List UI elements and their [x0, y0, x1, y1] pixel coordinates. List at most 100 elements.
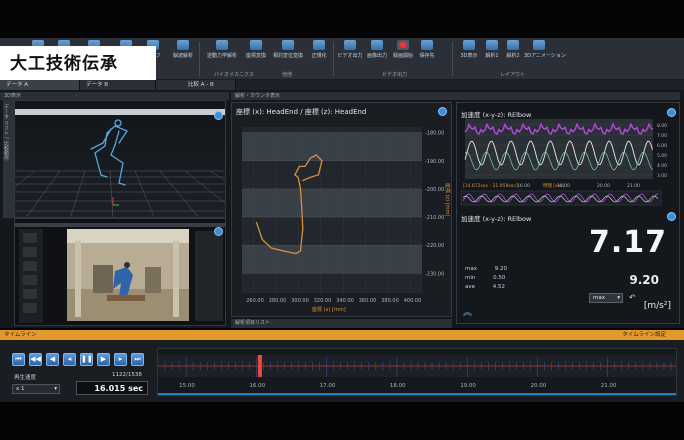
coordinate-transform-button[interactable]: 座標変換 — [244, 40, 268, 70]
accel-time-range: [14.672sec - 21.958sec] — [463, 183, 518, 189]
timeline-tick-label: 18.00 — [390, 383, 406, 389]
acceleration-chart[interactable]: 8.00 7.00 6.00 5.00 4.00 3.00 [14.672sec - 21.… — [457, 103, 680, 213]
timeline-tick-label: 15.00 — [179, 383, 195, 389]
timeline-tick-label: 19.00 — [460, 383, 476, 389]
x-tick-label: 320.00 — [314, 298, 332, 304]
accel-y-tick: 3.00 — [657, 173, 667, 179]
playback-speed-label: 再生速度 — [14, 375, 37, 381]
group-video-output: ビデオ出力 — [382, 72, 408, 78]
acceleration-counter-title: 加速度 (x-y-z): RElbow — [461, 215, 532, 223]
displacement-icon — [282, 40, 294, 50]
accel-y-tick: 4.00 — [657, 163, 667, 169]
analysis-item-list-tab[interactable]: 解析項目リスト — [231, 319, 452, 328]
normalize-icon — [313, 40, 325, 50]
chevron-down-icon: ▾ — [617, 295, 620, 301]
stat-max-label: max — [465, 266, 477, 272]
x-tick-label: 300.00 — [291, 298, 309, 304]
data-list-sidebar-label: データ リスト / 比較動作 — [3, 104, 9, 161]
skip-start-icon[interactable]: ⏮ — [12, 353, 25, 366]
video-options-button[interactable] — [214, 227, 223, 236]
3d-animation-button[interactable]: 3Dアニメーション — [524, 40, 566, 70]
eeg-icon — [177, 40, 189, 50]
tab-data-a[interactable]: データ A — [0, 80, 80, 90]
accel-y-tick: 8.00 — [657, 123, 667, 129]
trajectory-point — [308, 177, 311, 179]
step-back-icon[interactable]: ◀◀ — [29, 353, 42, 366]
save-destination-button[interactable]: 保存先 — [416, 40, 438, 70]
play-reverse-icon[interactable]: ◀ — [46, 353, 59, 366]
dynamics-icon — [216, 40, 228, 50]
animation-icon — [533, 40, 545, 50]
frame-counter: 1122/1538 — [112, 372, 142, 378]
skip-end-icon[interactable]: ⏭ — [131, 353, 144, 366]
timeline-settings-link[interactable]: タイムライン設定 — [622, 330, 666, 340]
inverse-dynamics-label: 逆動力学解析 — [206, 53, 237, 59]
analysis-2-button[interactable]: 解析2 — [503, 40, 523, 70]
tab-compare[interactable]: 比較 A - B — [156, 80, 236, 90]
trajectory-point — [302, 179, 304, 182]
trajectory-panel: 座標 (x): HeadEnd / 座標 (z): HeadEnd -180.0… — [231, 102, 452, 317]
record-start-button[interactable]: 録画開始 — [390, 40, 416, 70]
play-reverse-slow-icon[interactable]: ◂ — [63, 353, 76, 366]
3d-view-header: 3D表示 — [0, 92, 229, 100]
3d-view-button[interactable]: 3D表示 — [456, 40, 482, 70]
acceleration-sub-value: 9.20 — [629, 273, 659, 287]
normalize-label: 正規化 — [311, 53, 327, 59]
timeline-scale: 15.00 16.00 17.00 18.00 19.00 20.00 21.00 — [158, 355, 676, 395]
ribbon-separator — [199, 42, 200, 76]
eeg-button[interactable]: 脳波解析 — [170, 40, 196, 70]
inverse-dynamics-button[interactable]: 逆動力学解析 — [202, 40, 242, 70]
video-output-label: ビデオ出力 — [337, 53, 363, 59]
y-tick-label: -220.00 — [425, 243, 444, 249]
record-start-label: 録画開始 — [392, 53, 413, 59]
timeline-track[interactable]: 15.00 16.00 17.00 18.00 19.00 20.00 21.00 — [157, 348, 677, 396]
image-output-button[interactable]: 画像出力 — [364, 40, 390, 70]
viewport-bar — [15, 109, 225, 115]
timeline-tick-label: 16.00 — [249, 383, 265, 389]
stat-select[interactable]: max ▾ — [589, 293, 623, 303]
timeline-header: タイムライン タイムライン設定 — [0, 330, 684, 340]
trajectory-point — [299, 188, 302, 190]
data-tab-strip: データ A データ B 比較 A - B — [0, 80, 684, 90]
3d-skeleton-view[interactable] — [14, 100, 226, 218]
playback-speed-value: x 1 — [16, 386, 25, 392]
trajectory-point — [270, 247, 272, 249]
reset-icon[interactable]: ↶ — [629, 293, 636, 302]
chevron-down-icon: ▾ — [54, 386, 57, 392]
analysis-1-button[interactable]: 解析1 — [482, 40, 502, 70]
analysis-1-label: 解析1 — [485, 53, 499, 59]
3d-view-options-button[interactable] — [214, 111, 223, 120]
y-tick-label: -210.00 — [425, 215, 444, 221]
video-player[interactable] — [14, 218, 226, 326]
x-tick-label: 280.00 — [269, 298, 287, 304]
stat-select-value: max — [593, 295, 605, 301]
timeline-scrollbar — [158, 393, 676, 395]
trajectory-chart[interactable]: -180.00 -190.00 -200.00 -210.00 -220.00 -230.… — [232, 103, 452, 317]
counter-options-button[interactable] — [667, 212, 676, 221]
accel-overview-strip — [460, 190, 662, 206]
transform-icon — [250, 40, 262, 50]
trajectory-point — [304, 165, 306, 167]
trajectory-point — [256, 222, 258, 224]
trajectory-point — [297, 177, 299, 179]
data-list-sidebar[interactable]: データ リスト / 比較動作 — [3, 100, 14, 218]
play-icon[interactable]: ▶ — [97, 353, 110, 366]
expand-up-icon[interactable]: ︽ — [463, 305, 472, 318]
acceleration-panel: 加速度 (x-y-z): RElbow 8.00 7.00 6.00 5.00 4.00… — [456, 102, 680, 324]
y-tick-label: -180.00 — [425, 131, 444, 137]
step-forward-icon[interactable]: ▸ — [114, 353, 127, 366]
playback-speed-select[interactable]: x 1 ▾ — [12, 384, 60, 394]
pause-icon[interactable]: ❚❚ — [80, 353, 93, 366]
video-output-button[interactable]: ビデオ出力 — [336, 40, 364, 70]
accel-y-tick: 7.00 — [657, 133, 667, 139]
trajectory-point — [310, 157, 312, 159]
save-destination-label: 保存先 — [419, 53, 435, 59]
stat-max-value: 9.20 — [494, 266, 507, 272]
tab-data-b[interactable]: データ B — [80, 80, 156, 90]
normalize-button[interactable]: 正規化 — [308, 40, 330, 70]
relative-displacement-button[interactable]: 相対変位変換 — [270, 40, 306, 70]
trajectory-point — [321, 160, 323, 162]
acceleration-value: 7.17 — [588, 225, 667, 260]
y-tick-label: -200.00 — [425, 187, 444, 193]
x-tick-label: 260.00 — [246, 298, 264, 304]
